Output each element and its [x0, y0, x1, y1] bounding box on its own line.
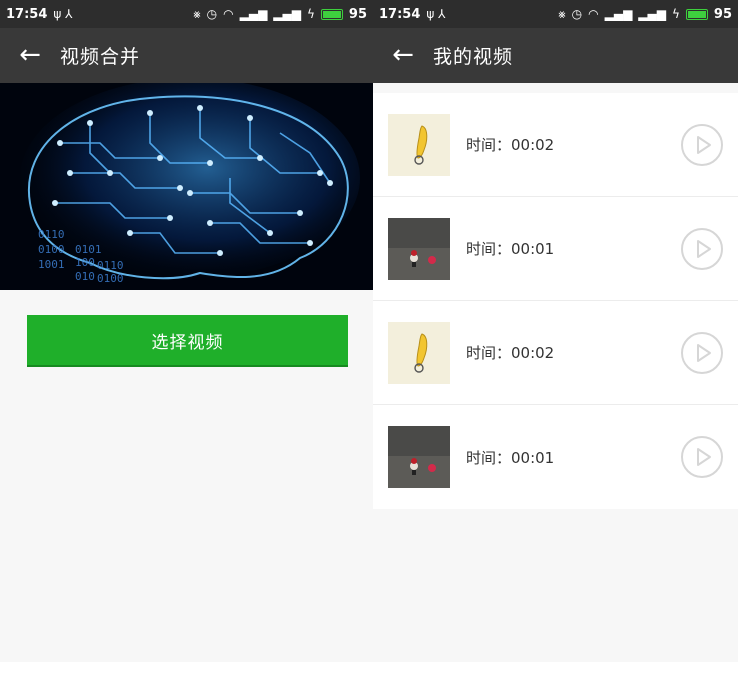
charging-icon: ϟ [671, 7, 680, 21]
mute-icon: ⨳ [558, 6, 566, 21]
wifi-icon: ◠ [588, 7, 599, 21]
play-icon[interactable] [680, 435, 724, 479]
battery-icon [685, 8, 708, 20]
page-title: 视频合并 [60, 46, 141, 68]
banana-thumbnail [388, 321, 450, 384]
toy-thumbnail [388, 426, 450, 488]
list-item[interactable]: 时间：00:01 [373, 405, 738, 509]
play-icon[interactable] [680, 331, 724, 375]
battery-icon [320, 8, 343, 20]
page-title: 我的视频 [433, 46, 514, 68]
signal-icon: ▂▄▆ [638, 7, 666, 21]
video-time: 时间：00:01 [466, 448, 555, 467]
signal-icon: ▂▄▆ [604, 7, 633, 21]
banana-thumbnail [388, 113, 450, 176]
status-time: 17:54 [6, 6, 48, 22]
video-list: 时间：00:02 时间：00:01 时间：00:02 时间：00:01 [373, 93, 738, 509]
hero-digit: 0110 [38, 228, 65, 241]
charging-icon: ϟ [306, 7, 315, 21]
video-time: 时间：00:02 [466, 344, 555, 362]
hero-digit: 010 [75, 270, 95, 283]
play-icon[interactable] [680, 123, 724, 167]
status-bar: 17:54 ψ ⅄ ⨳ ◷ ◠ ▂▄▆ ▂▄▆ ϟ 95 [0, 0, 373, 28]
usb-debug-icon: ψ ⅄ [426, 7, 446, 21]
status-time: 17:54 [379, 6, 421, 22]
back-arrow-icon[interactable]: ← [373, 28, 433, 83]
hero-digit: 0110 [97, 259, 124, 272]
hero-digit: 1001 [38, 258, 65, 271]
hero-image: 0110 0100 1001 0101 100 0110 010 0100 [0, 83, 373, 290]
video-time: 时间：00:02 [466, 136, 555, 154]
circuit-brain-image: 0110 0100 1001 0101 100 0110 010 0100 [0, 83, 373, 290]
hero-digit: 0101 [75, 243, 102, 256]
hero-digit: 100 [75, 256, 95, 269]
battery-level: 95 [348, 6, 367, 22]
signal-icon: ▂▄▆ [239, 7, 268, 21]
usb-debug-icon: ψ ⅄ [53, 7, 73, 21]
alarm-icon: ◷ [206, 7, 218, 21]
battery-level: 95 [713, 6, 732, 22]
list-item[interactable]: 时间：00:01 [373, 197, 738, 301]
signal-icon: ▂▄▆ [273, 7, 301, 21]
play-icon[interactable] [680, 227, 724, 271]
toy-thumbnail [388, 217, 450, 280]
alarm-icon: ◷ [571, 7, 583, 21]
wifi-icon: ◠ [223, 7, 234, 21]
hero-digit: 0100 [38, 243, 65, 256]
list-item[interactable]: 时间：00:02 [373, 93, 738, 197]
back-arrow-icon[interactable]: ← [0, 28, 60, 83]
my-videos-screen: 17:54 ψ ⅄ ⨳ ◷ ◠ ▂▄▆ ▂▄▆ ϟ 95 ← 我的视频 时间：0… [373, 0, 738, 662]
hero-digit: 0100 [97, 272, 124, 285]
merge-screen: 17:54 ψ ⅄ ⨳ ◷ ◠ ▂▄▆ ▂▄▆ ϟ 95 ← 视频合并 0110… [0, 0, 373, 662]
select-video-button[interactable]: 选择视频 [27, 315, 348, 367]
status-bar: 17:54 ψ ⅄ ⨳ ◷ ◠ ▂▄▆ ▂▄▆ ϟ 95 [373, 0, 738, 28]
list-item[interactable]: 时间：00:02 [373, 301, 738, 405]
video-time: 时间：00:01 [466, 240, 555, 258]
app-bar: ← 我的视频 [373, 28, 738, 83]
app-bar: ← 视频合并 [0, 28, 373, 83]
mute-icon: ⨳ [193, 6, 201, 21]
